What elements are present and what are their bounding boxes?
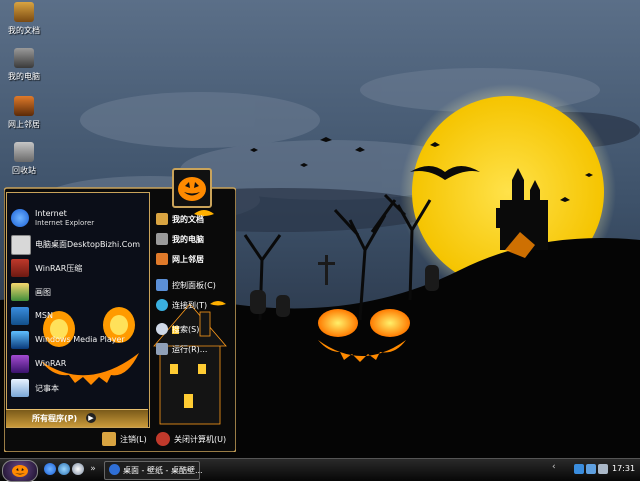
user-avatar[interactable] [172, 168, 212, 208]
place-run[interactable]: 运行(R)... [154, 342, 234, 358]
start-menu-places: 我的文档 我的电脑 网上邻居 控制面板(C) 连接到(T) 搜索(S) 运行(R… [150, 204, 234, 426]
search-icon [156, 323, 168, 335]
my-computer-icon [156, 233, 168, 245]
pumpkin-avatar-icon [178, 177, 206, 201]
start-menu-program-list: Internet Internet Explorer 电脑桌面DesktopBi… [6, 192, 150, 428]
media-player-icon [11, 331, 29, 349]
internet-explorer-icon [109, 464, 120, 475]
place-search[interactable]: 搜索(S) [154, 322, 234, 338]
quicklaunch-media-icon[interactable] [72, 463, 84, 475]
my-documents-icon [14, 2, 34, 22]
volume-icon[interactable] [598, 464, 608, 474]
place-network-places[interactable]: 网上邻居 [154, 252, 234, 268]
power-icon [156, 432, 170, 446]
internet-explorer-icon [11, 209, 29, 227]
system-tray: ‹ 17:31 [548, 461, 638, 478]
start-item-internet[interactable]: Internet Internet Explorer [9, 207, 149, 231]
desktop-icon-network-places[interactable]: 网上邻居 [2, 96, 46, 130]
place-connect-to[interactable]: 连接到(T) [154, 298, 234, 314]
winrar-icon [11, 259, 29, 277]
my-computer-icon [14, 48, 34, 68]
place-my-computer[interactable]: 我的电脑 [154, 232, 234, 248]
desktop-icon-my-documents[interactable]: 我的文档 [2, 2, 46, 36]
all-programs-button[interactable]: 所有程序(P) ▶ [6, 409, 148, 427]
place-control-panel[interactable]: 控制面板(C) [154, 278, 234, 294]
start-button[interactable] [2, 460, 38, 482]
start-item-notepad[interactable]: 记事本 [9, 377, 149, 401]
place-my-documents[interactable]: 我的文档 [154, 212, 234, 228]
start-item-desktop-bizhi[interactable]: 电脑桌面DesktopBizhi.Com [9, 233, 149, 257]
start-orb-icon [12, 465, 28, 477]
computer-desktop-icon [11, 235, 31, 255]
start-item-paint[interactable]: 画图 [9, 281, 149, 305]
taskbar: » 桌面 - 壁纸 - 桌酷壁... ‹ 17:31 [0, 458, 640, 482]
winrar-archive-icon [11, 355, 29, 373]
control-panel-icon [156, 279, 168, 291]
connect-to-icon [156, 299, 168, 311]
notepad-icon [11, 379, 29, 397]
start-menu-bottom-bar: 注销(L) 关闭计算机(U) [4, 428, 236, 450]
start-item-winrar-compress[interactable]: WinRAR压缩 [9, 257, 149, 281]
paint-icon [11, 283, 29, 301]
quicklaunch-ie-icon[interactable] [44, 463, 56, 475]
arrow-right-icon: ▶ [86, 413, 96, 423]
my-documents-icon [156, 213, 168, 225]
quicklaunch-more-icon[interactable]: » [88, 463, 98, 475]
shutdown-button[interactable]: 关闭计算机(U) [156, 432, 236, 446]
key-icon [102, 432, 116, 446]
logoff-button[interactable]: 注销(L) [102, 432, 154, 446]
start-item-msn[interactable]: MSN [9, 305, 149, 329]
recycle-bin-icon [14, 142, 34, 162]
tray-expand-icon[interactable]: ‹ [552, 462, 562, 472]
taskbar-button-window[interactable]: 桌面 - 壁纸 - 桌酷壁... [104, 461, 203, 480]
desktop-icon-my-computer[interactable]: 我的电脑 [2, 48, 46, 82]
network-icon[interactable] [574, 464, 584, 474]
quicklaunch-desktop-icon[interactable] [58, 463, 70, 475]
network-places-icon [156, 253, 168, 265]
desktop-icon-recycle-bin[interactable]: 回收站 [2, 142, 46, 176]
run-icon [156, 343, 168, 355]
monitor-icon[interactable] [586, 464, 596, 474]
msn-icon [11, 307, 29, 325]
clock[interactable]: 17:31 [612, 464, 635, 473]
start-item-media-player[interactable]: Windows Media Player [9, 329, 149, 353]
network-places-icon [14, 96, 34, 116]
start-item-winrar[interactable]: WinRAR [9, 353, 149, 377]
